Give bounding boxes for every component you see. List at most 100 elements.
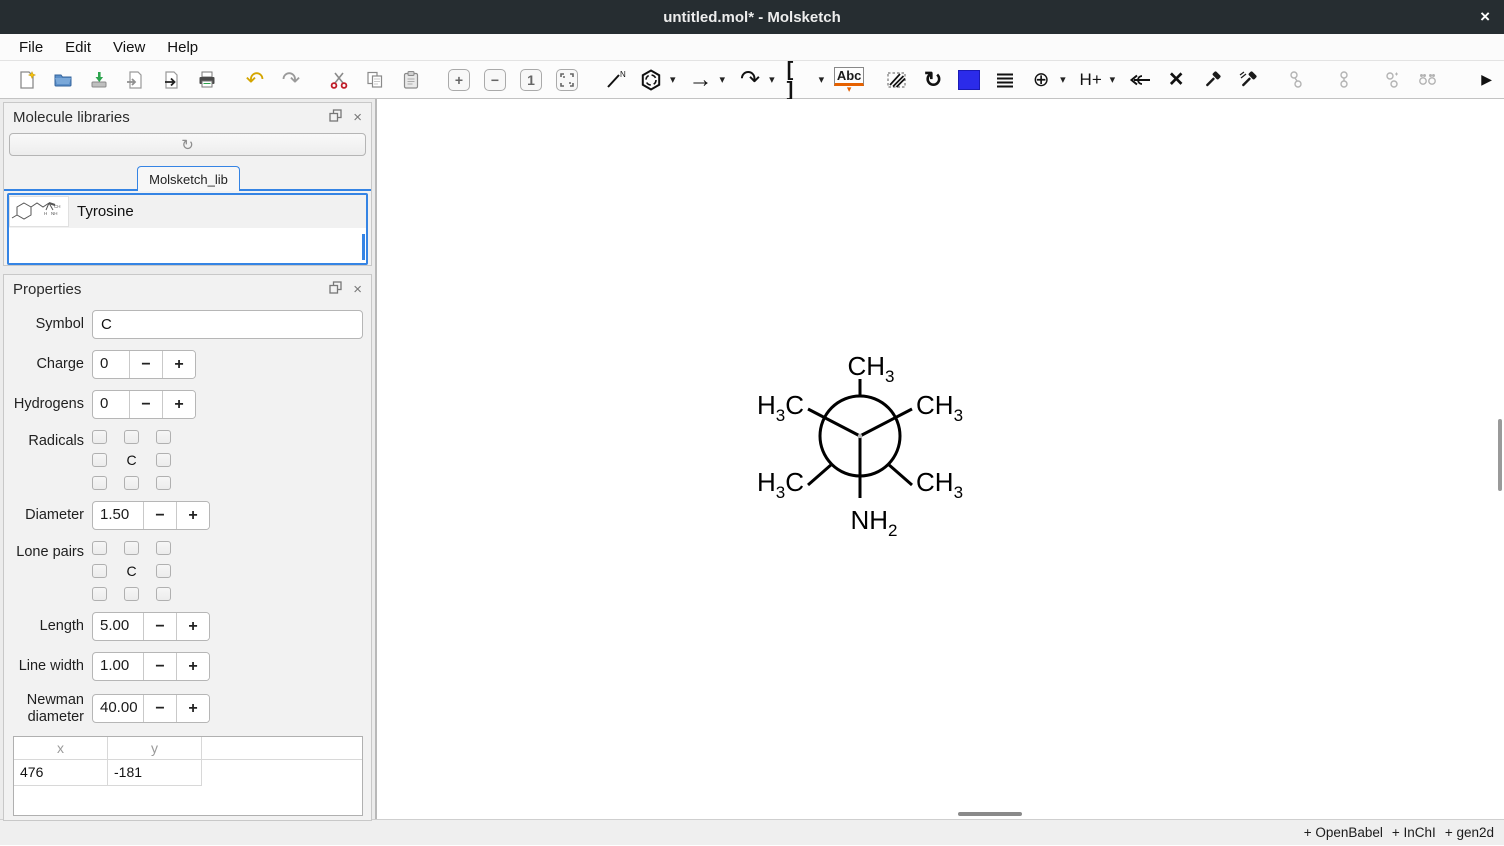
diameter-plus-button[interactable]: + [176,502,209,529]
hydrogen-tool[interactable]: H+ [1078,67,1104,93]
optimize-fine-tool[interactable] [1235,67,1261,93]
length-minus-button[interactable]: − [143,613,176,640]
charge-tool[interactable]: ⊕ [1028,67,1054,93]
library-list-scrollbar[interactable] [362,234,365,260]
newman-diameter-minus-button[interactable]: − [143,695,176,722]
hydrogens-minus-button[interactable]: − [129,391,162,418]
import-button[interactable] [158,67,184,93]
charge-dropdown-caret[interactable]: ▾ [1060,73,1066,86]
x-coordinate-cell[interactable]: 476 [14,760,108,786]
front-atom-dot [858,434,862,438]
draw-bond-tool[interactable]: N [602,67,628,93]
radical-checkbox[interactable] [92,476,107,490]
undo-button[interactable]: ↶ [242,67,268,93]
list-item-tyrosine[interactable]: CHHNH Tyrosine [9,195,366,228]
charge-value[interactable]: 0 [93,351,129,378]
radical-checkbox[interactable] [92,430,107,444]
arrow-tool[interactable]: → [688,67,714,93]
copy-button[interactable] [362,67,388,93]
inchi-badge: + InChI [1392,825,1436,840]
arrow-dropdown-caret[interactable]: ▾ [720,73,726,86]
diameter-row: Diameter 1.50 − + [4,501,363,530]
radical-checkbox[interactable] [156,430,171,444]
lone-pair-checkbox[interactable] [156,541,171,555]
radical-checkbox[interactable] [156,476,171,490]
ring-tool[interactable] [638,67,664,93]
window-close-button[interactable]: × [1480,0,1490,34]
charge-plus-button[interactable]: + [162,351,195,378]
menu-help[interactable]: Help [156,35,209,60]
library-close-button[interactable]: × [353,109,362,126]
line-width-plus-button[interactable]: + [176,653,209,680]
canvas-horizontal-scrollbar[interactable] [958,812,1022,816]
charge-minus-button[interactable]: − [129,351,162,378]
length-value[interactable]: 5.00 [93,613,143,640]
paste-button[interactable] [398,67,424,93]
properties-float-button[interactable] [328,280,343,298]
print-button[interactable] [194,67,220,93]
curved-arrow-dropdown-caret[interactable]: ▾ [769,73,775,86]
rotate-tool[interactable]: ↻ [920,67,946,93]
library-float-button[interactable] [328,108,343,126]
radical-checkbox[interactable] [156,453,171,467]
text-tool[interactable]: Abc▾ [836,67,862,93]
redo-button[interactable]: ↷ [278,67,304,93]
save-button[interactable] [86,67,112,93]
lone-pair-checkbox[interactable] [156,587,171,601]
newman-diameter-row: Newman diameter 40.00 − + [4,692,363,725]
radical-checkbox[interactable] [124,476,139,490]
cut-button[interactable] [326,67,352,93]
line-width-minus-button[interactable]: − [143,653,176,680]
zoom-fit-button[interactable] [554,67,580,93]
radical-checkbox[interactable] [124,430,139,444]
drawing-canvas[interactable]: CH3 H3C CH3 H3C CH3 NH2 [377,99,1504,819]
hydrogens-plus-button[interactable]: + [162,391,195,418]
newman-diameter-plus-button[interactable]: + [176,695,209,722]
brackets-dropdown-caret[interactable]: ▾ [819,73,825,86]
export-button[interactable] [122,67,148,93]
diameter-minus-button[interactable]: − [143,502,176,529]
menu-file[interactable]: File [8,35,54,60]
tab-molsketch-lib[interactable]: Molsketch_lib [137,166,240,191]
lone-pairs-center-atom: C [124,564,139,578]
diameter-value[interactable]: 1.50 [93,502,143,529]
radical-checkbox[interactable] [92,453,107,467]
library-refresh-button[interactable]: ↻ [9,133,366,156]
optimize-tool[interactable] [1199,67,1225,93]
lone-pair-checkbox[interactable] [124,541,139,555]
text-color-caret-icon: ▾ [847,86,852,92]
brackets-tool[interactable]: [ ] [787,67,813,93]
symbol-input[interactable] [92,310,363,339]
open-button[interactable] [50,67,76,93]
ring-dropdown-caret[interactable]: ▾ [670,73,676,86]
zoom-out-button[interactable]: − [482,67,508,93]
lone-pair-checkbox[interactable] [92,564,107,578]
length-plus-button[interactable]: + [176,613,209,640]
y-coordinate-cell[interactable]: -181 [108,760,202,786]
line-width-button[interactable] [992,67,1018,93]
zoom-in-button[interactable]: + [446,67,472,93]
newman-diameter-value[interactable]: 40.00 [93,695,143,722]
mechanism-tool[interactable] [884,67,910,93]
float-icon [328,280,343,298]
lone-pair-checkbox[interactable] [92,587,107,601]
svg-text:N: N [620,70,626,79]
curved-arrow-tool[interactable]: ↷ [737,67,763,93]
line-width-value[interactable]: 1.00 [93,653,143,680]
lone-pair-checkbox[interactable] [92,541,107,555]
properties-close-button[interactable]: × [353,281,362,298]
menu-view[interactable]: View [102,35,156,60]
lone-pair-checkbox[interactable] [156,564,171,578]
electron-tool[interactable] [1127,67,1153,93]
color-picker-button[interactable] [956,67,982,93]
menu-edit[interactable]: Edit [54,35,102,60]
zoom-original-button[interactable]: 1 [518,67,544,93]
delete-tool[interactable]: × [1163,67,1189,93]
toolbar-extension-button[interactable]: ▶ [1481,71,1492,88]
new-button[interactable] [14,67,40,93]
lone-pair-checkbox[interactable] [124,587,139,601]
hydrogen-dropdown-caret[interactable]: ▾ [1110,73,1116,86]
library-list[interactable]: CHHNH Tyrosine [7,193,368,265]
canvas-vertical-scrollbar[interactable] [1498,419,1502,491]
hydrogens-value[interactable]: 0 [93,391,129,418]
